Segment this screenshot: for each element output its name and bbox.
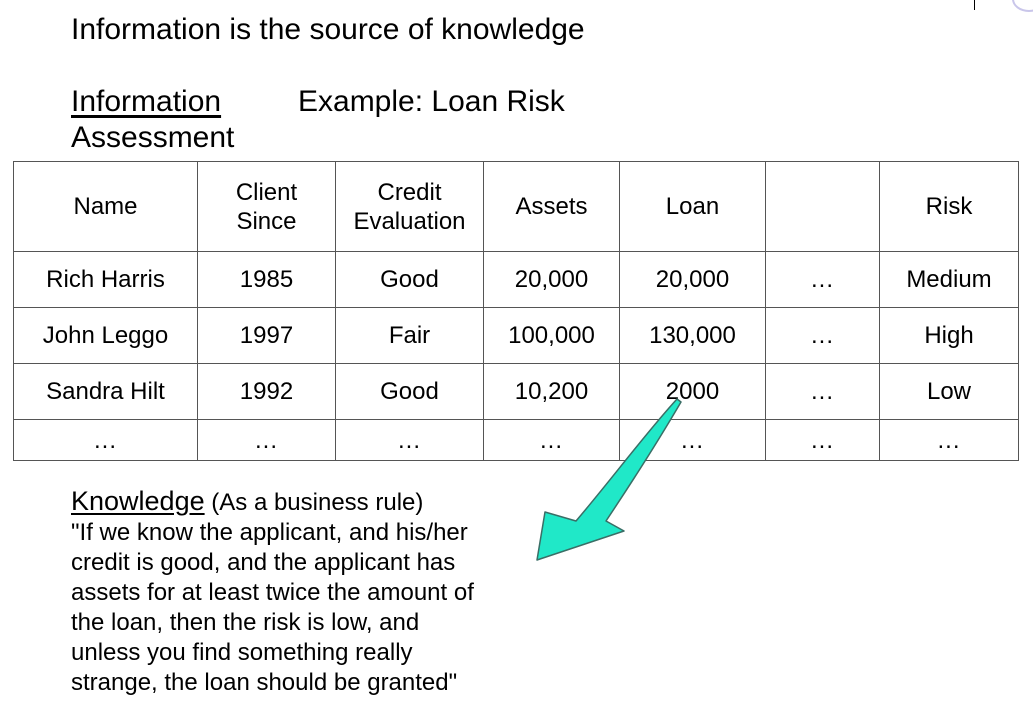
cell-credit: Good (335, 251, 484, 308)
cell-name: Rich Harris (13, 251, 198, 308)
slide-title: Information is the source of knowledge (71, 13, 585, 46)
header-risk: Risk (879, 161, 1019, 252)
section-heading: Information Assessment (71, 84, 234, 156)
cell-more: ... (765, 363, 880, 420)
cell-assets: 10,200 (483, 363, 620, 420)
header-assets: Assets (483, 161, 620, 252)
slide-corner-mark (974, 0, 975, 10)
header-blank (765, 161, 880, 252)
cell-ellipsis: ... (483, 419, 620, 461)
header-client-since-line-2: Since (236, 207, 297, 235)
cell-loan: 20,000 (619, 251, 766, 308)
cell-risk: Low (879, 363, 1019, 420)
cell-since: 1997 (197, 307, 336, 364)
cell-loan: 2000 (619, 363, 766, 420)
cell-more: ... (765, 307, 880, 364)
header-name: Name (13, 161, 198, 252)
knowledge-heading-line: Knowledge (As a business rule) (71, 486, 541, 518)
assessment-label: Assessment (71, 121, 235, 154)
loan-risk-table: Name Client Since Credit Evaluation Asse… (13, 161, 1019, 461)
table-row: Sandra Hilt 1992 Good 10,200 2000 ... Lo… (13, 363, 1019, 420)
example-label: Example: Loan Risk (298, 85, 565, 118)
cell-name: Sandra Hilt (13, 363, 198, 420)
header-client-since-line-1: Client (235, 178, 298, 206)
knowledge-heading: Knowledge (71, 486, 205, 516)
cell-ellipsis: ... (879, 419, 1019, 461)
cell-credit: Fair (335, 307, 484, 364)
knowledge-rule-line: assets for at least twice the amount of (71, 579, 474, 606)
cell-assets: 20,000 (483, 251, 620, 308)
cell-assets: 100,000 (483, 307, 620, 364)
information-label: Information (71, 85, 222, 118)
table-row: Rich Harris 1985 Good 20,000 20,000 ... … (13, 251, 1019, 308)
knowledge-rule-line: the loan, then the risk is low, and (71, 609, 420, 636)
knowledge-block: Knowledge (As a business rule) "If we kn… (71, 486, 541, 698)
header-credit-line-2: Evaluation (353, 207, 466, 235)
cell-credit: Good (335, 363, 484, 420)
cell-more: ... (765, 251, 880, 308)
header-credit-line-1: Credit (377, 178, 442, 206)
cell-since: 1985 (197, 251, 336, 308)
knowledge-rule-line: "If we know the applicant, and his/her (71, 519, 468, 546)
cell-ellipsis: ... (765, 419, 880, 461)
cell-since: 1992 (197, 363, 336, 420)
knowledge-rule-line: unless you find something really (71, 639, 413, 666)
cell-risk: Medium (879, 251, 1019, 308)
cell-risk: High (879, 307, 1019, 364)
knowledge-rule-line: strange, the loan should be granted" (71, 669, 458, 696)
slide-corner-arc (1012, 0, 1033, 12)
cell-name: John Leggo (13, 307, 198, 364)
cell-ellipsis: ... (13, 419, 198, 461)
table-header-row: Name Client Since Credit Evaluation Asse… (13, 161, 1019, 252)
header-client-since: Client Since (197, 161, 336, 252)
knowledge-note: (As a business rule) (204, 489, 424, 516)
header-loan: Loan (619, 161, 766, 252)
table-row-ellipsis: ... ... ... ... ... ... ... (13, 419, 1019, 461)
cell-ellipsis: ... (335, 419, 484, 461)
cell-ellipsis: ... (619, 419, 766, 461)
cell-loan: 130,000 (619, 307, 766, 364)
knowledge-rule-line: credit is good, and the applicant has (71, 549, 456, 576)
cell-ellipsis: ... (197, 419, 336, 461)
header-credit-evaluation: Credit Evaluation (335, 161, 484, 252)
table-row: John Leggo 1997 Fair 100,000 130,000 ...… (13, 307, 1019, 364)
